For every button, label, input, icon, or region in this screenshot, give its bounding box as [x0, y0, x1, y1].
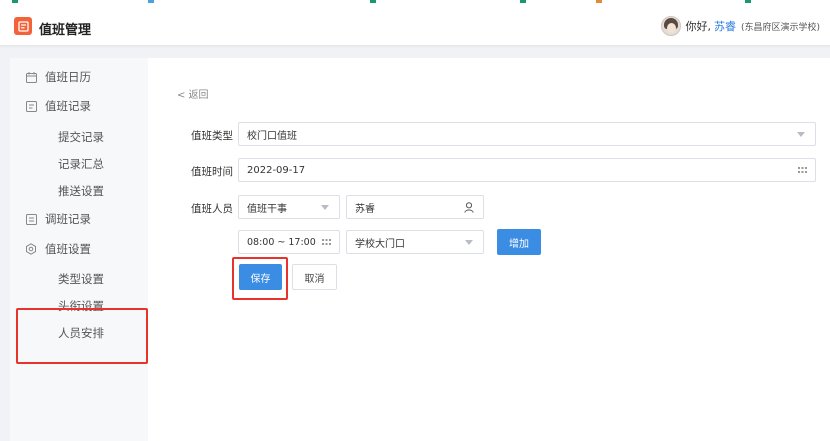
main-content: < 返回 值班类型 校门口值班 值班时间 2022-09-17 值班人员 值班干…: [148, 58, 830, 441]
sidebar-item-shift-swap[interactable]: 调班记录: [10, 206, 148, 232]
swap-icon: [25, 213, 37, 225]
app-header: 值班管理 你好, 苏睿 (东昌府区演示学校): [0, 7, 830, 46]
user-icon: [464, 202, 474, 213]
sidebar: 值班日历 值班记录 提交记录 记录汇总 推送设置 调班记录 值班设置 类型设置 …: [10, 58, 148, 441]
sidebar-item-label: 值班日历: [45, 70, 91, 84]
sidebar-item-record-summary[interactable]: 记录汇总: [58, 156, 104, 172]
avatar[interactable]: [661, 16, 682, 36]
duty-date-picker[interactable]: 2022-09-17: [238, 158, 816, 182]
chevron-down-icon: [465, 240, 473, 245]
chevron-down-icon: [321, 205, 329, 210]
sidebar-item-duty-settings[interactable]: 值班设置: [10, 236, 148, 262]
save-button[interactable]: 保存: [239, 264, 282, 290]
chevron-down-icon: [797, 132, 805, 137]
school-name: (东昌府区演示学校): [740, 22, 820, 33]
sidebar-item-label: 值班设置: [45, 242, 91, 256]
location-value: 学校大门口: [355, 238, 405, 250]
sidebar-item-label: 调班记录: [45, 212, 91, 226]
calendar-icon: [798, 167, 807, 173]
add-staff-button[interactable]: 增加: [497, 229, 541, 255]
calendar-icon: [25, 71, 37, 83]
duty-date-value: 2022-09-17: [247, 164, 306, 176]
record-icon: [25, 100, 37, 112]
duty-type-label: 值班类型: [191, 130, 233, 142]
user-name-link[interactable]: 苏睿: [714, 18, 736, 34]
sidebar-item-duty-calendar[interactable]: 值班日历: [10, 64, 148, 90]
time-range-picker[interactable]: 08:00 ~ 17:00: [238, 230, 340, 254]
back-link[interactable]: < 返回: [177, 86, 209, 101]
person-picker[interactable]: 苏睿: [346, 195, 484, 219]
person-value: 苏睿: [355, 203, 375, 215]
top-strip: [0, 0, 830, 7]
duty-role-value: 值班干事: [247, 203, 287, 215]
time-range-value: 08:00 ~ 17:00: [247, 236, 316, 248]
location-select[interactable]: 学校大门口: [346, 230, 484, 254]
sidebar-item-submit-records[interactable]: 提交记录: [58, 129, 104, 145]
sidebar-item-push-settings[interactable]: 推送设置: [58, 183, 104, 199]
sidebar-item-staff-arrangement[interactable]: 人员安排: [58, 325, 104, 341]
duty-type-select[interactable]: 校门口值班: [238, 122, 816, 146]
greeting-text: 你好,: [685, 20, 711, 33]
clock-grid-icon: [322, 239, 331, 245]
duty-role-select[interactable]: 值班干事: [238, 195, 340, 219]
sidebar-item-type-settings[interactable]: 类型设置: [58, 271, 104, 287]
sidebar-item-title-settings[interactable]: 头衔设置: [58, 298, 104, 314]
sidebar-item-label: 值班记录: [45, 99, 91, 113]
duty-staff-label: 值班人员: [191, 203, 233, 215]
duty-type-value: 校门口值班: [247, 130, 297, 142]
app-title: 值班管理: [39, 23, 92, 38]
duty-time-label: 值班时间: [191, 166, 233, 178]
cancel-button[interactable]: 取消: [292, 264, 337, 290]
app-logo-icon: [14, 17, 32, 35]
user-area[interactable]: 你好, 苏睿 (东昌府区演示学校): [661, 15, 820, 37]
settings-icon: [25, 243, 37, 255]
sidebar-item-duty-records[interactable]: 值班记录: [10, 93, 148, 119]
